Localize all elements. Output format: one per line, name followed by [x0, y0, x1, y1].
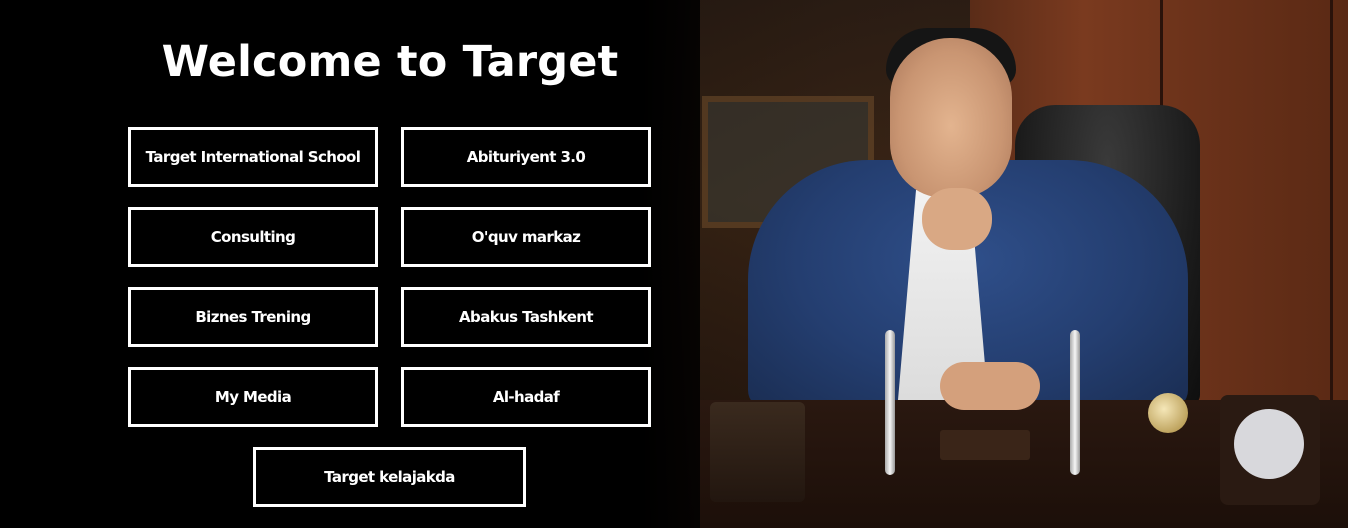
- photo-hand: [922, 188, 992, 250]
- link-oquv-markaz[interactable]: O'quv markaz: [401, 207, 651, 267]
- link-abakus-tashkent[interactable]: Abakus Tashkent: [401, 287, 651, 347]
- photo-panel-line: [1330, 0, 1333, 400]
- photo-nameplate: [940, 430, 1030, 460]
- photo-pen: [885, 330, 895, 475]
- link-al-hadaf[interactable]: Al-hadaf: [401, 367, 651, 427]
- photo-globe: [1148, 393, 1188, 433]
- link-my-media[interactable]: My Media: [128, 367, 378, 427]
- link-consulting[interactable]: Consulting: [128, 207, 378, 267]
- photo-pen: [1070, 330, 1080, 475]
- photo-hand: [940, 362, 1040, 410]
- link-abituriyent[interactable]: Abituriyent 3.0: [401, 127, 651, 187]
- page-title: Welcome to Target: [161, 37, 619, 87]
- photo-face: [890, 38, 1012, 198]
- link-biznes-trening[interactable]: Biznes Trening: [128, 287, 378, 347]
- link-target-kelajakda[interactable]: Target kelajakda: [253, 447, 526, 507]
- photo-desk-box: [710, 402, 805, 502]
- photo-desk-clock: [1220, 395, 1320, 505]
- photo-clock-face: [1234, 409, 1304, 479]
- link-target-international-school[interactable]: Target International School: [128, 127, 378, 187]
- page: Welcome to Target Target International S…: [0, 0, 1348, 528]
